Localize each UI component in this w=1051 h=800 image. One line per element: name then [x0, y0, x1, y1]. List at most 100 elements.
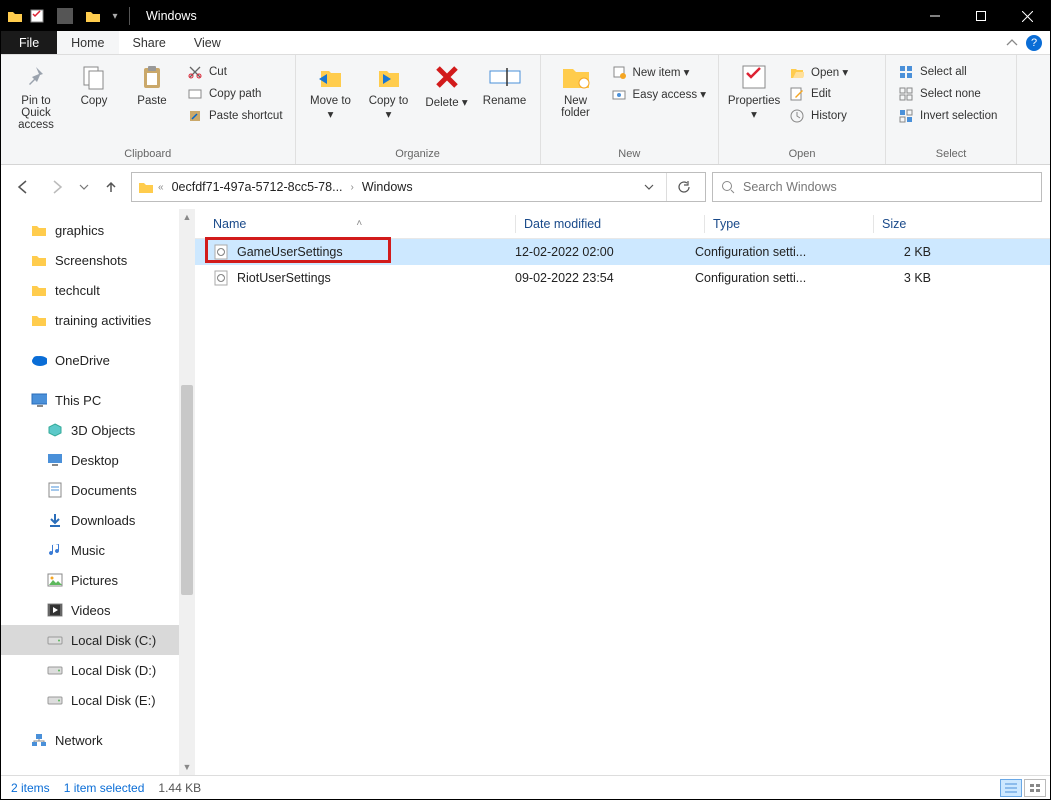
- paste-button[interactable]: Paste: [123, 57, 181, 111]
- up-button[interactable]: [97, 173, 125, 201]
- col-size[interactable]: Size: [882, 217, 972, 231]
- col-date[interactable]: Date modified: [524, 217, 704, 231]
- move-to-button[interactable]: Move to ▾: [302, 57, 360, 125]
- nav-item-downloads[interactable]: Downloads: [1, 505, 179, 535]
- nav-item-videos[interactable]: Videos: [1, 595, 179, 625]
- folder-icon: [31, 312, 47, 328]
- col-name[interactable]: Name: [213, 217, 246, 231]
- folder-icon: [31, 252, 47, 268]
- downloads-icon: [47, 512, 63, 528]
- thispc-icon: [31, 392, 47, 408]
- back-button[interactable]: [9, 173, 37, 201]
- nav-item-techcult[interactable]: techcult: [1, 275, 179, 305]
- nav-item-documents[interactable]: Documents: [1, 475, 179, 505]
- nav-item-training-activities[interactable]: training activities: [1, 305, 179, 335]
- paste-shortcut-button[interactable]: Paste shortcut: [181, 105, 289, 127]
- collapse-ribbon-button[interactable]: [998, 31, 1026, 54]
- close-button[interactable]: [1004, 1, 1050, 31]
- maximize-button[interactable]: [958, 1, 1004, 31]
- qat-dropdown-icon[interactable]: ▾: [107, 8, 123, 24]
- invert-selection-button[interactable]: Invert selection: [892, 105, 1010, 127]
- tab-home[interactable]: Home: [57, 31, 118, 54]
- network-icon: [31, 732, 47, 748]
- cut-button[interactable]: Cut: [181, 61, 289, 83]
- refresh-button[interactable]: [666, 173, 701, 201]
- scroll-thumb[interactable]: [181, 385, 193, 595]
- copy-path-button[interactable]: Copy path: [181, 83, 289, 105]
- tab-view[interactable]: View: [180, 31, 235, 54]
- properties-button[interactable]: Properties ▾: [725, 57, 783, 125]
- recent-button[interactable]: [77, 173, 91, 201]
- nav-label: Desktop: [71, 453, 119, 468]
- new-item-button[interactable]: New item ▾: [605, 61, 713, 83]
- pin-quick-access-button[interactable]: Pin to Quick access: [7, 57, 65, 135]
- copy-to-button[interactable]: Copy to ▾: [360, 57, 418, 125]
- search-input[interactable]: Search Windows: [712, 172, 1042, 202]
- open-button[interactable]: Open ▾: [783, 61, 879, 83]
- titlebar[interactable]: ▾ Windows: [1, 1, 1050, 31]
- copyto-icon: [373, 61, 405, 93]
- scroll-up-button[interactable]: ▲: [179, 209, 195, 225]
- edit-icon: [789, 86, 805, 102]
- nav-item-onedrive[interactable]: OneDrive: [1, 345, 179, 375]
- nav-item-local-disk-e-[interactable]: Local Disk (E:): [1, 685, 179, 715]
- nav-label: Local Disk (D:): [71, 663, 156, 678]
- file-size: 3 KB: [855, 271, 945, 285]
- group-label-new: New: [618, 148, 640, 164]
- nav-item-this-pc[interactable]: This PC: [1, 385, 179, 415]
- crumb-sep-icon[interactable]: ›: [351, 182, 354, 193]
- nav-item-graphics[interactable]: graphics: [1, 215, 179, 245]
- folder-icon: [7, 8, 23, 24]
- details-view-button[interactable]: [1000, 779, 1022, 797]
- address-dropdown-button[interactable]: [636, 182, 662, 192]
- help-button[interactable]: ?: [1026, 35, 1042, 51]
- nav-item-pictures[interactable]: Pictures: [1, 565, 179, 595]
- nav-item-network[interactable]: Network: [1, 725, 179, 755]
- crumb-2[interactable]: Windows: [358, 180, 417, 194]
- tab-share[interactable]: Share: [119, 31, 180, 54]
- large-icons-view-button[interactable]: [1024, 779, 1046, 797]
- desktop-icon: [47, 452, 63, 468]
- nav-item-local-disk-c-[interactable]: Local Disk (C:): [1, 625, 179, 655]
- file-row[interactable]: GameUserSettings12-02-2022 02:00Configur…: [195, 239, 1050, 265]
- group-label-clipboard: Clipboard: [124, 148, 171, 164]
- edit-button[interactable]: Edit: [783, 83, 879, 105]
- copy-button[interactable]: Copy: [65, 57, 123, 111]
- new-folder-button[interactable]: New folder: [547, 57, 605, 123]
- select-none-button[interactable]: Select none: [892, 83, 1010, 105]
- file-date: 12-02-2022 02:00: [515, 245, 695, 259]
- crumb-sep-icon[interactable]: «: [158, 182, 164, 193]
- ribbon: Pin to Quick access Copy Paste Cut Copy …: [1, 55, 1050, 165]
- forward-button[interactable]: [43, 173, 71, 201]
- open-icon: [789, 64, 805, 80]
- nav-item-screenshots[interactable]: Screenshots: [1, 245, 179, 275]
- nav-label: Videos: [71, 603, 111, 618]
- minimize-button[interactable]: [912, 1, 958, 31]
- select-none-icon: [898, 86, 914, 102]
- rename-button[interactable]: Rename: [476, 57, 534, 111]
- nav-label: Network: [55, 733, 103, 748]
- nav-item-local-disk-d-[interactable]: Local Disk (D:): [1, 655, 179, 685]
- easy-access-button[interactable]: Easy access ▾: [605, 83, 713, 105]
- column-headers[interactable]: Name˄ Date modified Type Size: [195, 209, 1050, 239]
- delete-button[interactable]: Delete ▾: [418, 57, 476, 113]
- select-all-button[interactable]: Select all: [892, 61, 1010, 83]
- breadcrumb-box[interactable]: « 0ecfdf71-497a-5712-8cc5-78... › Window…: [131, 172, 706, 202]
- crumb-1[interactable]: 0ecfdf71-497a-5712-8cc5-78...: [168, 180, 347, 194]
- status-items: 2 items: [11, 781, 50, 795]
- scroll-down-button[interactable]: ▼: [179, 759, 195, 775]
- file-row[interactable]: RiotUserSettings09-02-2022 23:54Configur…: [195, 265, 1050, 291]
- properties-qat-icon[interactable]: [29, 8, 45, 24]
- nav-label: Screenshots: [55, 253, 127, 268]
- group-label-select: Select: [936, 148, 967, 164]
- history-button[interactable]: History: [783, 105, 879, 127]
- nav-item-3d-objects[interactable]: 3D Objects: [1, 415, 179, 445]
- properties-icon: [738, 61, 770, 93]
- tab-file[interactable]: File: [1, 31, 57, 54]
- nav-scrollbar[interactable]: ▲ ▼: [179, 209, 195, 775]
- disk-icon: [47, 692, 63, 708]
- status-size: 1.44 KB: [158, 781, 201, 795]
- nav-item-desktop[interactable]: Desktop: [1, 445, 179, 475]
- col-type[interactable]: Type: [713, 217, 873, 231]
- nav-item-music[interactable]: Music: [1, 535, 179, 565]
